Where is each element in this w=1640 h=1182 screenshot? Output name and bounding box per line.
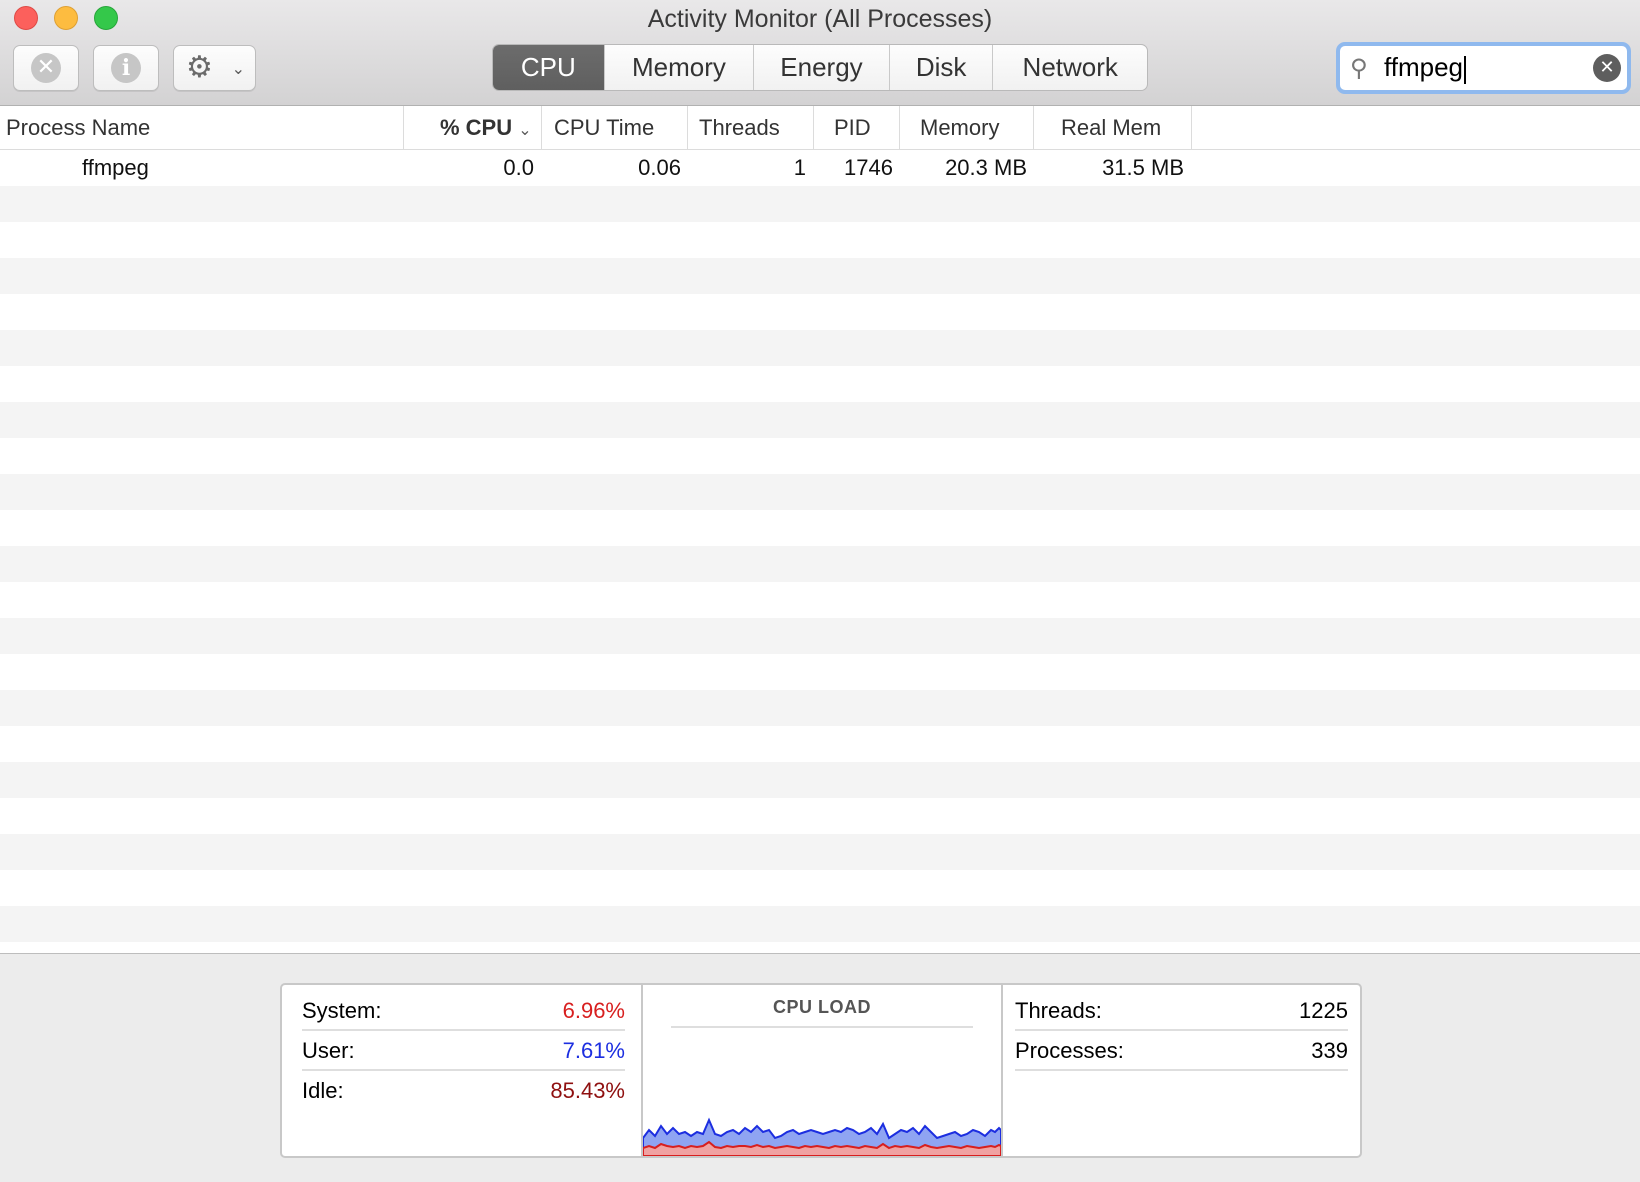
empty-row [0,870,1640,906]
pid-cell: 1746 [844,155,893,180]
empty-row [0,582,1640,618]
empty-row [0,366,1640,402]
processes-stat: Processes: 339 [1015,1031,1348,1071]
search-icon: ⚲ [1350,54,1368,82]
cpu-stats-box: System: 6.96% User: 7.61% Idle: 85.43% C… [280,983,1362,1158]
threads-label: Threads: [1015,998,1102,1023]
chevron-down-icon: ⌄ [231,58,245,78]
column-cpu-time[interactable]: CPU Time [542,106,688,150]
memory-cell: 20.3 MB [945,155,1027,180]
toolbar: Activity Monitor (All Processes) ✕ i ⚙ ⌄… [0,0,1640,106]
idle-value: 85.43% [550,1078,625,1103]
cpu-usage-panel: System: 6.96% User: 7.61% Idle: 85.43% [282,985,643,1156]
idle-label: Idle: [302,1078,344,1103]
empty-row [0,726,1640,762]
action-menu-button[interactable]: ⚙ ⌄ [173,45,256,91]
column-process-name[interactable]: Process Name [0,106,404,150]
empty-row [0,942,1640,953]
empty-row [0,690,1640,726]
threads-value: 1225 [1299,998,1348,1023]
empty-row [0,546,1640,582]
empty-row [0,510,1640,546]
empty-row [0,186,1640,222]
empty-row [0,294,1640,330]
info-icon: i [111,53,141,83]
system-value: 6.96% [562,998,625,1023]
cpu-time-cell: 0.06 [638,155,681,180]
clear-search-icon[interactable]: ✕ [1593,54,1621,82]
stats-footer: System: 6.96% User: 7.61% Idle: 85.43% C… [0,953,1640,1182]
table-header: Process Name % CPU ⌄ CPU Time Threads PI… [0,106,1640,150]
empty-row [0,438,1640,474]
column-threads[interactable]: Threads [688,106,814,150]
cpu-percent-cell: 0.0 [503,155,534,180]
user-value: 7.61% [562,1038,625,1063]
process-table: Process Name % CPU ⌄ CPU Time Threads PI… [0,106,1640,953]
cpu-load-title: CPU LOAD [671,997,973,1028]
user-label: User: [302,1038,355,1063]
column-pid[interactable]: PID [814,106,900,150]
empty-row [0,222,1640,258]
empty-row [0,834,1640,870]
tab-cpu[interactable]: CPU [493,45,604,90]
tab-energy[interactable]: Energy [753,45,889,90]
real-mem-cell: 31.5 MB [1102,155,1184,180]
column-real-mem[interactable]: Real Mem [1034,106,1192,150]
inspect-process-button[interactable]: i [93,45,159,91]
text-cursor [1464,55,1467,84]
table-row[interactable]: ffmpeg 0.0 0.06 1 1746 20.3 MB 31.5 MB [0,150,1640,186]
table-body: ffmpeg 0.0 0.06 1 1746 20.3 MB 31.5 MB [0,150,1640,953]
gear-icon: ⚙ [186,50,213,85]
column-cpu-percent[interactable]: % CPU ⌄ [404,106,542,150]
column-memory[interactable]: Memory [900,106,1034,150]
empty-row [0,798,1640,834]
empty-row [0,762,1640,798]
processes-label: Processes: [1015,1038,1124,1063]
stop-process-button[interactable]: ✕ [13,45,79,91]
search-input[interactable]: ffmpeg [1384,52,1593,84]
threads-cell: 1 [793,155,806,180]
window-title: Activity Monitor (All Processes) [647,5,993,33]
view-tabs: CPU Memory Energy Disk Network [492,44,1148,91]
sort-descending-icon: ⌄ [518,120,532,139]
empty-row [0,258,1640,294]
idle-stat: Idle: 85.43% [302,1071,625,1111]
empty-row [0,654,1640,690]
process-count-panel: Threads: 1225 Processes: 339 [1003,985,1360,1156]
x-circle-icon: ✕ [31,53,61,83]
empty-row [0,330,1640,366]
empty-row [0,618,1640,654]
system-stat: System: 6.96% [302,991,625,1031]
search-field[interactable]: ⚲ ffmpeg ✕ [1336,42,1631,94]
cpu-load-graph [643,1117,1001,1156]
search-value: ffmpeg [1384,52,1464,83]
tab-disk[interactable]: Disk [888,45,993,90]
user-stat: User: 7.61% [302,1031,625,1071]
empty-row [0,906,1640,942]
empty-row [0,402,1640,438]
cpu-load-panel: CPU LOAD [643,985,1003,1156]
tab-network[interactable]: Network [992,45,1147,90]
process-name-cell: ffmpeg [82,155,149,180]
column-cpu-percent-label: % CPU [440,115,513,140]
tab-memory[interactable]: Memory [603,45,754,90]
processes-value: 339 [1311,1038,1348,1063]
empty-row [0,474,1640,510]
system-label: System: [302,998,382,1023]
threads-stat: Threads: 1225 [1015,991,1348,1031]
